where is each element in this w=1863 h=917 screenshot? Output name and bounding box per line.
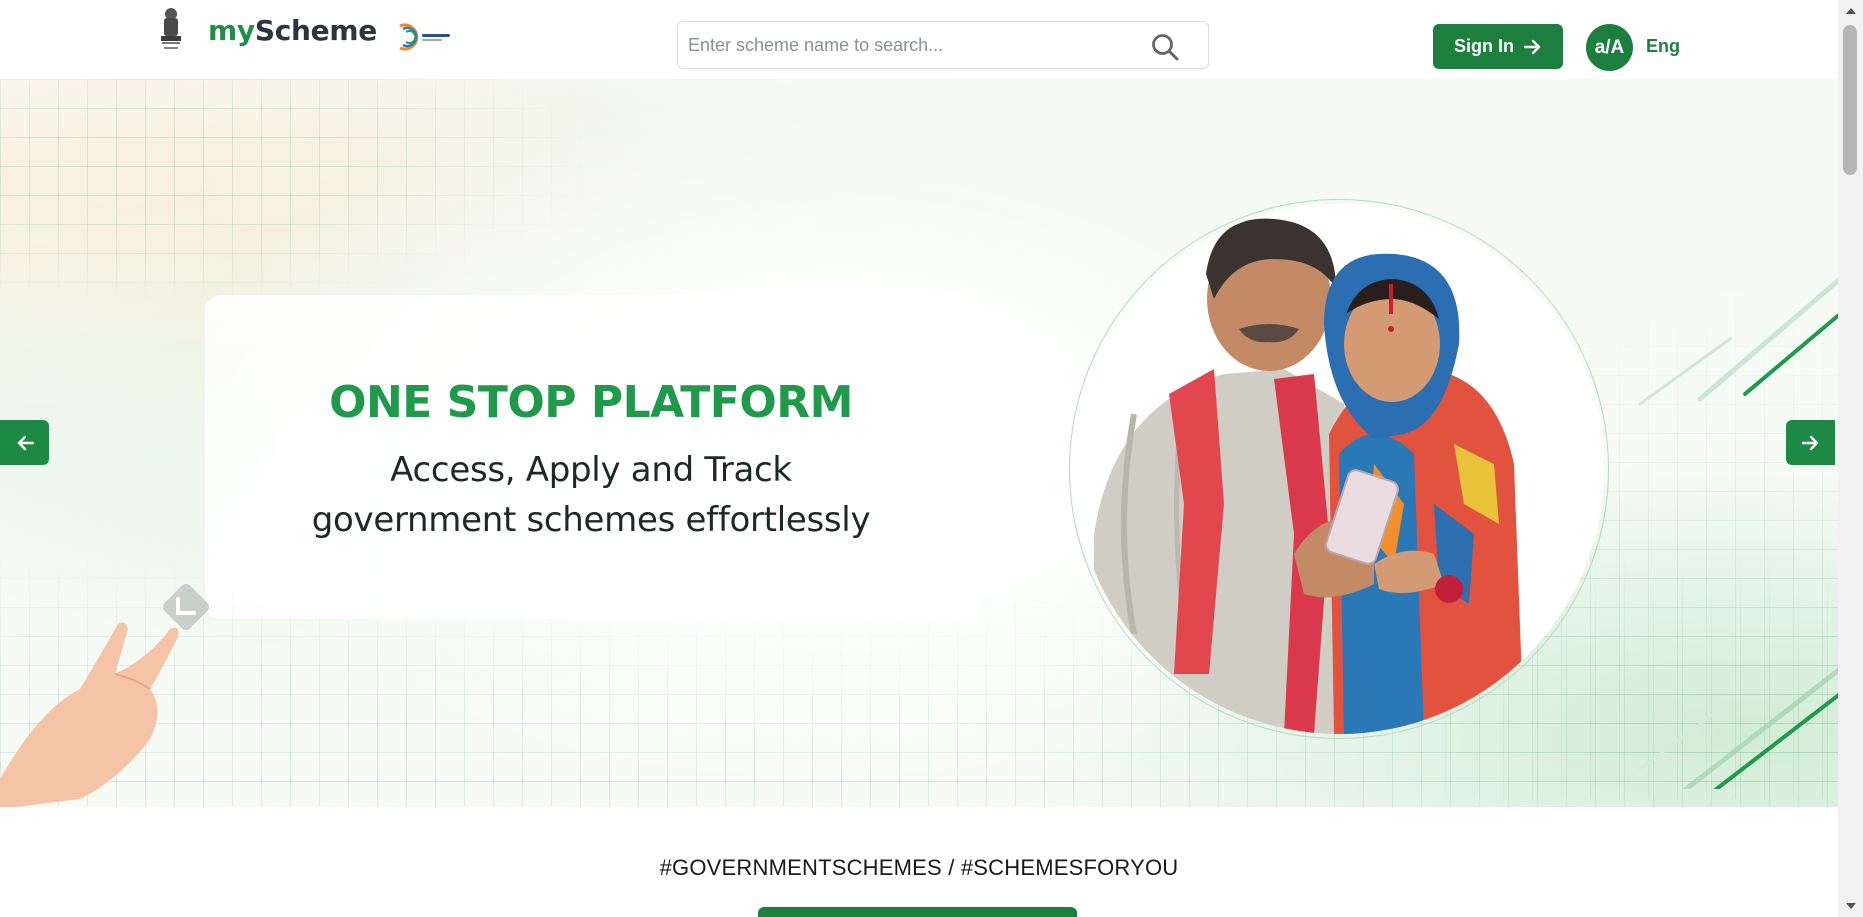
hero-subheading-line1: Access, Apply and Track [390,450,792,490]
myscheme-logo[interactable]: myScheme [208,14,377,47]
hero-image [1074,204,1604,734]
sign-in-label: Sign In [1454,36,1514,56]
brand-my: my [208,14,255,47]
hero-text-card: ONE STOP PLATFORM Access, Apply and Trac… [205,295,977,619]
scroll-down-arrow-icon[interactable] [1838,899,1863,913]
national-emblem-icon[interactable] [155,6,187,54]
pointing-hand-illustration [0,584,209,807]
hashtags-heading: #GOVERNMENTSCHEMES / #SCHEMESFORYOU [659,855,1179,880]
vertical-scrollbar[interactable] [1838,0,1863,917]
carousel-next-button[interactable] [1786,420,1835,465]
font-size-toggle[interactable]: a/A [1586,24,1633,71]
digital-india-logo[interactable] [394,20,454,54]
top-header: myScheme Sign In a/A Eng [0,0,1838,79]
scroll-up-arrow-icon[interactable] [1838,4,1863,18]
couple-with-phone-illustration [1074,204,1604,734]
carousel-prev-button[interactable] [0,420,49,465]
hero-banner: ONE STOP PLATFORM Access, Apply and Trac… [0,79,1838,807]
arrow-right-icon [1801,435,1818,450]
decorative-lines [1638,277,1838,789]
language-selector[interactable]: Eng [1646,36,1680,57]
brand-scheme: Scheme [254,14,377,47]
sign-in-button[interactable]: Sign In [1433,24,1563,69]
arrow-right-icon [1524,39,1541,54]
hero-heading: ONE STOP PLATFORM [329,377,853,428]
arrow-left-icon [17,435,34,450]
search-box [677,21,1209,69]
hero-subheading: Access, Apply and Track government schem… [205,445,977,545]
scrollbar-thumb[interactable] [1843,25,1857,175]
find-schemes-button[interactable] [758,907,1077,917]
search-icon[interactable] [1150,32,1180,62]
page: myScheme Sign In a/A Eng [0,0,1863,917]
hero-subheading-line2: government schemes effortlessly [311,500,871,540]
search-input[interactable] [688,22,1128,68]
